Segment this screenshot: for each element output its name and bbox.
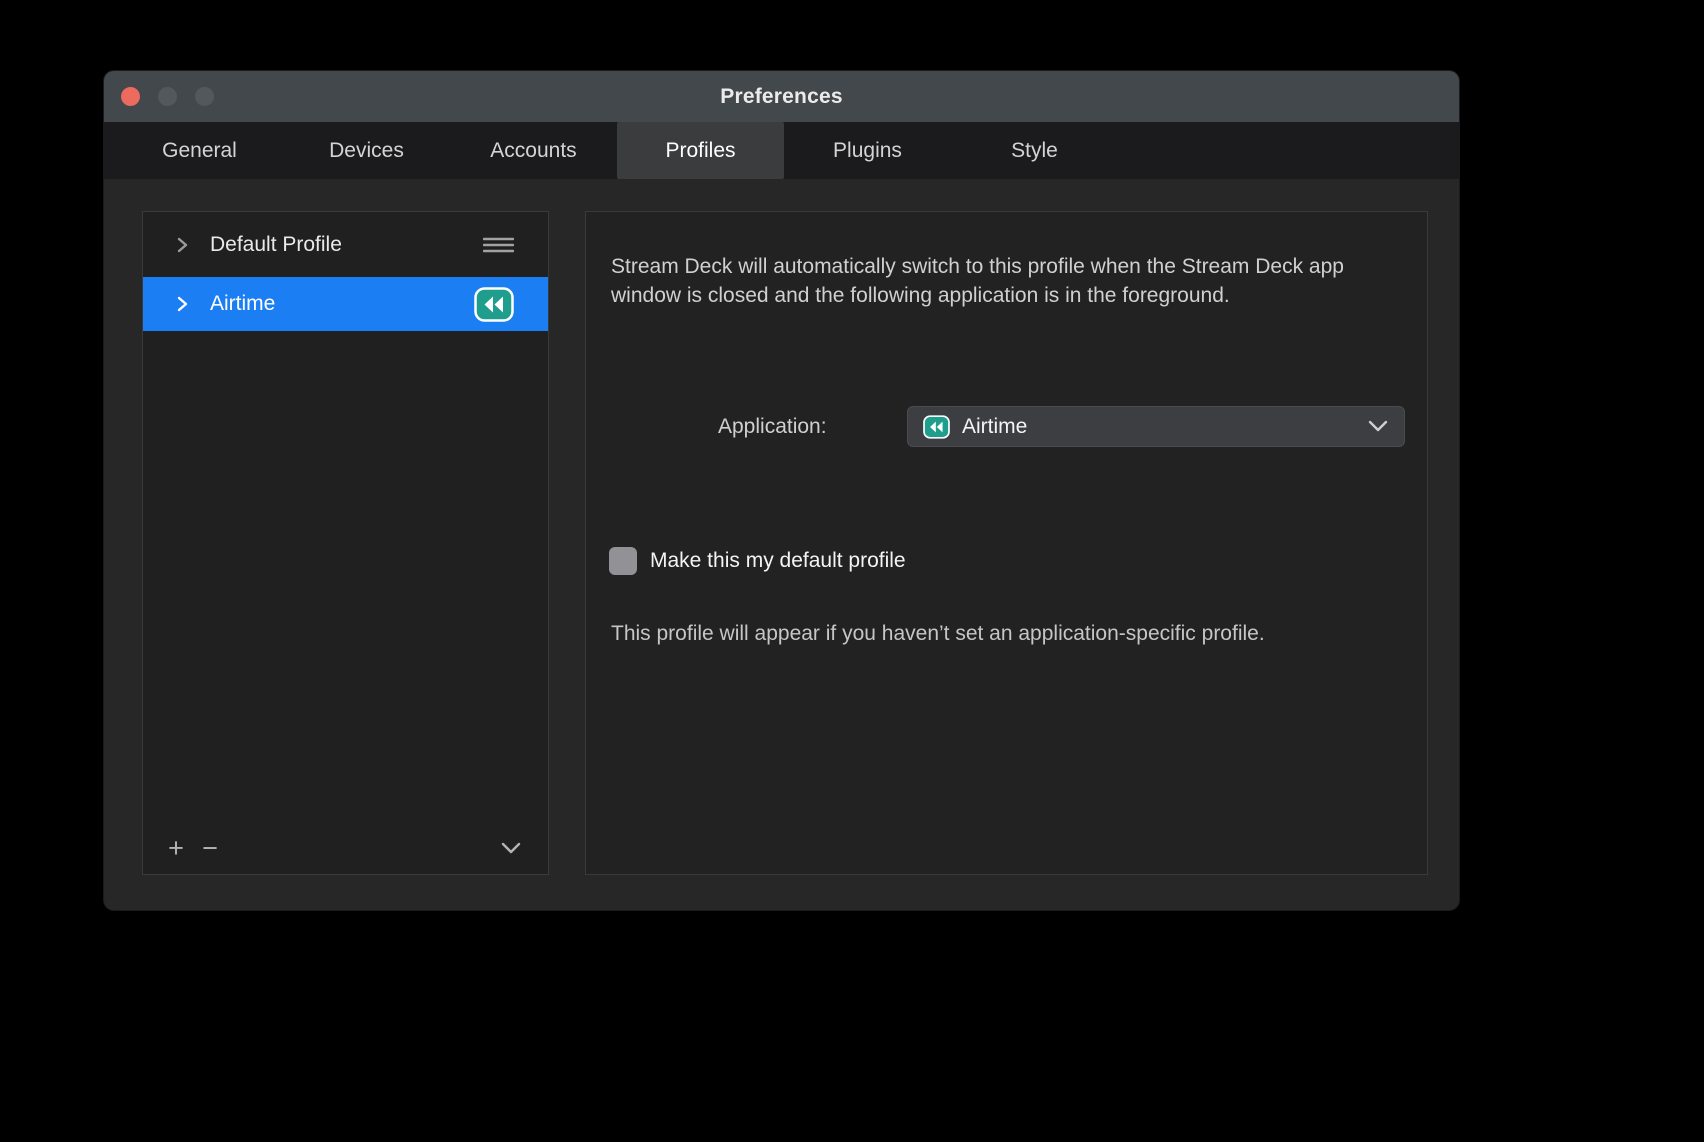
make-default-label: Make this my default profile	[650, 549, 906, 573]
tab-profiles[interactable]: Profiles	[617, 122, 784, 179]
tab-plugins[interactable]: Plugins	[784, 122, 951, 179]
tab-bar: General Devices Accounts Profiles Plugin…	[104, 122, 1459, 179]
profiles-list: Default Profile Airtime	[143, 218, 548, 336]
application-dropdown-value: Airtime	[962, 415, 1368, 439]
airtime-app-icon	[474, 287, 514, 322]
make-default-checkbox[interactable]	[609, 547, 637, 575]
make-default-row[interactable]: Make this my default profile	[609, 547, 906, 575]
traffic-lights	[121, 71, 214, 122]
profile-row-label: Airtime	[210, 292, 474, 316]
chevron-down-icon[interactable]	[500, 841, 522, 855]
chevron-right-icon[interactable]	[175, 294, 190, 314]
titlebar[interactable]: Preferences	[104, 71, 1459, 122]
profile-description: Stream Deck will automatically switch to…	[611, 252, 1391, 310]
chevron-down-icon	[1368, 420, 1388, 433]
application-dropdown[interactable]: Airtime	[907, 406, 1405, 447]
zoom-window-button[interactable]	[195, 87, 214, 106]
add-profile-button[interactable]: +	[159, 835, 193, 862]
chevron-right-icon[interactable]	[175, 235, 190, 255]
content-area: Default Profile Airtime	[104, 179, 1459, 910]
tab-accounts[interactable]: Accounts	[450, 122, 617, 179]
window-title: Preferences	[720, 85, 842, 109]
profile-detail-panel: Stream Deck will automatically switch to…	[585, 211, 1428, 875]
close-window-button[interactable]	[121, 87, 140, 106]
profile-row-default[interactable]: Default Profile	[143, 218, 548, 272]
profile-row-label: Default Profile	[210, 233, 483, 257]
tab-style[interactable]: Style	[951, 122, 1118, 179]
profile-footnote: This profile will appear if you haven’t …	[611, 619, 1411, 648]
remove-profile-button[interactable]: −	[193, 835, 227, 862]
reorder-handle-icon[interactable]	[483, 236, 514, 254]
profile-row-airtime[interactable]: Airtime	[143, 277, 548, 331]
profiles-list-panel: Default Profile Airtime	[142, 211, 549, 875]
tab-devices[interactable]: Devices	[283, 122, 450, 179]
airtime-app-icon	[923, 415, 950, 439]
profiles-list-footer: + −	[143, 828, 548, 874]
minimize-window-button[interactable]	[158, 87, 177, 106]
tab-general[interactable]: General	[116, 122, 283, 179]
application-label: Application:	[718, 415, 827, 439]
preferences-window: Preferences General Devices Accounts Pro…	[103, 70, 1460, 911]
